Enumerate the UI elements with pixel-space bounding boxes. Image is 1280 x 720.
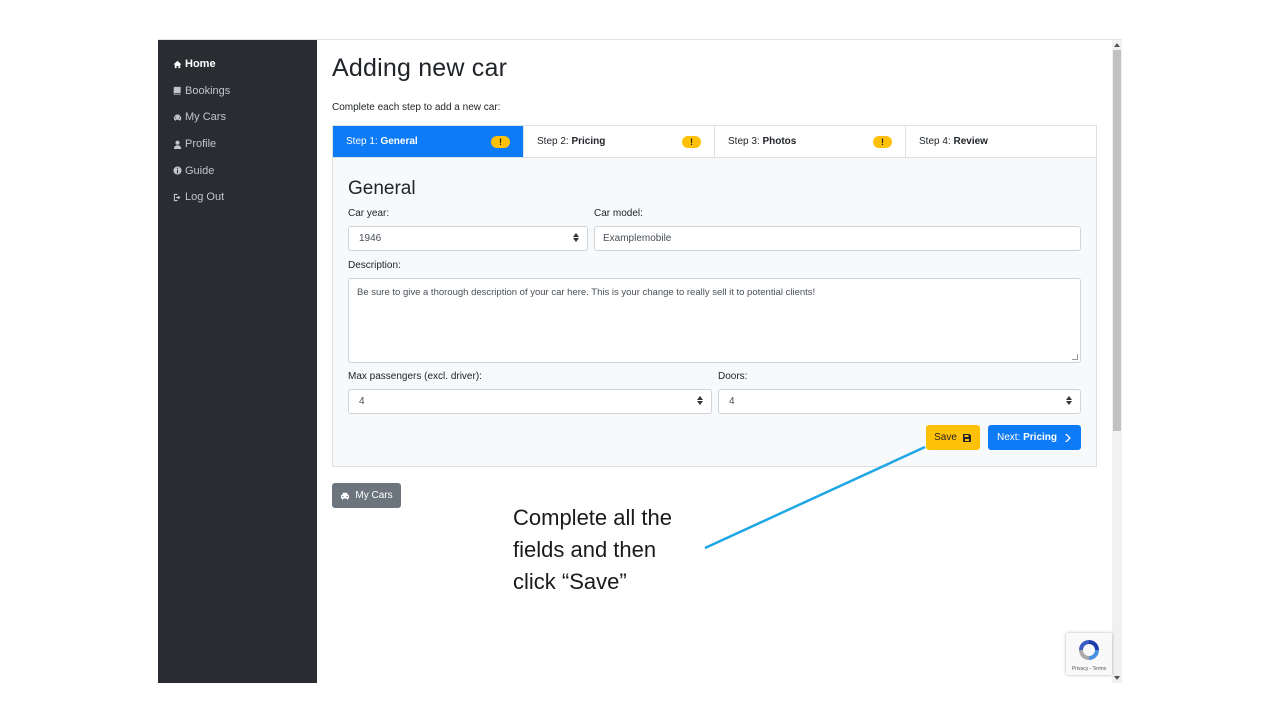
recaptcha-badge[interactable]: Privacy - Terms <box>1066 633 1112 675</box>
doors-value: 4 <box>729 396 735 407</box>
doors-label: Doors: <box>718 371 748 382</box>
annotation-line: Complete all the <box>513 505 672 530</box>
step-label: Step 1: General <box>346 136 418 147</box>
tab-step-general[interactable]: Step 1: General ! <box>333 126 524 157</box>
recaptcha-logo-icon <box>1079 640 1099 660</box>
sidebar-item-profile[interactable]: Profile <box>158 131 317 158</box>
warning-badge: ! <box>491 135 510 148</box>
sidebar-item-bookings[interactable]: Bookings <box>158 78 317 105</box>
scrollbar-thumb[interactable] <box>1113 50 1121 431</box>
sidebar-item-label: Guide <box>185 164 215 177</box>
doors-select[interactable]: 4 <box>718 389 1081 414</box>
info-icon <box>170 166 184 175</box>
description-value: Be sure to give a thorough description o… <box>357 287 816 298</box>
sidebar-item-guide[interactable]: Guide <box>158 157 317 184</box>
select-arrows-icon <box>1066 396 1072 405</box>
sidebar-item-label: My Cars <box>185 111 226 124</box>
scroll-down-icon[interactable] <box>1114 676 1120 680</box>
tab-step-photos[interactable]: Step 3: Photos ! <box>715 126 906 157</box>
car-icon <box>170 113 184 122</box>
step-label: Step 3: Photos <box>728 136 797 147</box>
car-icon <box>341 492 350 499</box>
general-form-card: General Car year: 1946 Car model: Exampl… <box>332 158 1097 467</box>
car-model-input[interactable]: Examplemobile <box>594 226 1081 251</box>
warning-badge: ! <box>873 135 892 148</box>
description-textarea[interactable]: Be sure to give a thorough description o… <box>348 278 1081 363</box>
page-title: Adding new car <box>332 54 508 82</box>
scroll-up-icon[interactable] <box>1114 43 1120 47</box>
next-pricing-button[interactable]: Next: Pricing <box>988 425 1081 450</box>
recaptcha-text[interactable]: Privacy - Terms <box>1072 666 1106 672</box>
home-icon <box>170 60 184 69</box>
logout-icon <box>170 193 184 202</box>
sidebar-item-label: Home <box>185 58 216 71</box>
next-label: Next: Pricing <box>996 432 1058 443</box>
chevron-right-icon <box>1065 433 1071 442</box>
annotation-line: fields and then <box>513 537 657 562</box>
resize-handle-icon[interactable] <box>1072 354 1078 360</box>
passengers-value: 4 <box>359 396 365 407</box>
vertical-scrollbar[interactable] <box>1112 40 1122 683</box>
step-tabs: Step 1: General ! Step 2: Pricing ! Step… <box>332 125 1097 158</box>
car-year-value: 1946 <box>359 233 382 244</box>
sidebar-item-label: Profile <box>185 138 217 151</box>
user-icon <box>170 140 184 149</box>
select-arrows-icon <box>573 233 579 242</box>
car-year-label: Car year: <box>348 208 390 219</box>
tab-step-review[interactable]: Step 4: Review <box>906 126 1096 157</box>
sidebar-item-my-cars[interactable]: My Cars <box>158 104 317 131</box>
save-label: Save <box>934 432 957 443</box>
description-label: Description: <box>348 260 401 271</box>
sidebar: Home Bookings My Cars Profile Guide Log … <box>158 40 317 683</box>
floppy-disk-icon <box>962 433 971 442</box>
passengers-label: Max passengers (excl. driver): <box>348 371 482 382</box>
car-year-select[interactable]: 1946 <box>348 226 588 251</box>
instruction-annotation: Complete all the fields and then click “… <box>513 502 733 598</box>
book-icon <box>170 86 184 96</box>
sidebar-item-label: Log Out <box>185 191 225 204</box>
form-title: General <box>348 178 416 199</box>
step-label: Step 4: Review <box>919 136 988 147</box>
car-model-value: Examplemobile <box>603 233 672 244</box>
warning-badge: ! <box>682 135 701 148</box>
step-label: Step 2: Pricing <box>537 136 606 147</box>
select-arrows-icon <box>697 396 703 405</box>
page-subtitle: Complete each step to add a new car: <box>332 102 501 113</box>
my-cars-label: My Cars <box>355 490 393 501</box>
annotation-line: click “Save” <box>513 569 627 594</box>
sidebar-item-log-out[interactable]: Log Out <box>158 184 317 211</box>
tab-step-pricing[interactable]: Step 2: Pricing ! <box>524 126 715 157</box>
my-cars-button[interactable]: My Cars <box>332 483 401 508</box>
save-button[interactable]: Save <box>926 425 980 450</box>
car-model-label: Car model: <box>594 208 643 219</box>
sidebar-item-home[interactable]: Home <box>158 51 317 78</box>
passengers-select[interactable]: 4 <box>348 389 712 414</box>
sidebar-item-label: Bookings <box>185 84 231 97</box>
